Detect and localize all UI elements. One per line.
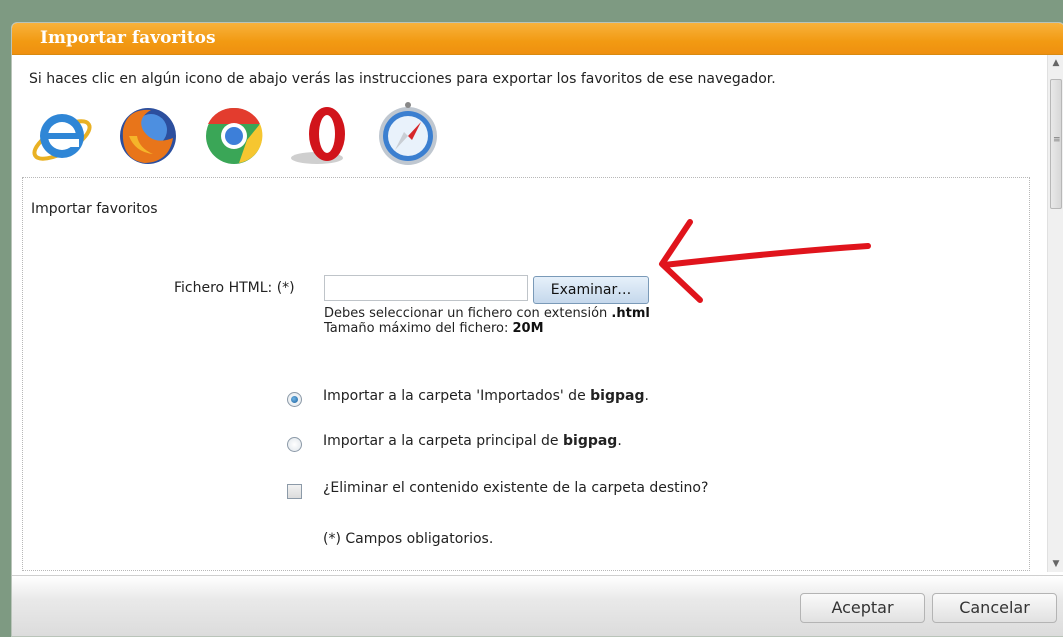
safari-icon[interactable]: [373, 100, 443, 170]
dialog-title: Importar favoritos: [40, 28, 216, 48]
option-bold: bigpag: [563, 433, 618, 449]
intro-text: Si haces clic en algún icono de abajo ve…: [29, 71, 776, 87]
option-label: Importar a la carpeta principal de bigpa…: [323, 433, 622, 449]
hint-size-value: 20M: [512, 321, 544, 336]
hint-extension-text: Debes seleccionar un fichero con extensi…: [324, 306, 612, 321]
option-suffix: .: [617, 433, 622, 449]
option-suffix: .: [644, 388, 649, 404]
delete-existing-label: ¿Eliminar el contenido existente de la c…: [323, 480, 709, 496]
html-file-input[interactable]: [324, 275, 528, 301]
scroll-up-arrow-icon[interactable]: ▲: [1048, 55, 1063, 71]
chrome-icon[interactable]: [199, 100, 269, 170]
cancel-button[interactable]: Cancelar: [932, 593, 1057, 623]
option-bold: bigpag: [590, 388, 645, 404]
opera-icon[interactable]: [287, 100, 357, 170]
file-hint: Debes seleccionar un fichero con extensi…: [324, 306, 650, 336]
html-file-label: Fichero HTML: (*): [174, 280, 295, 296]
scroll-thumb[interactable]: ≡: [1050, 79, 1062, 209]
scroll-down-arrow-icon[interactable]: ▼: [1048, 556, 1063, 572]
browse-button[interactable]: Examinar…: [533, 276, 649, 304]
dialog-titlebar: Importar favoritos: [12, 23, 1063, 55]
radio-import-main[interactable]: [287, 437, 302, 452]
dialog-footer: Aceptar Cancelar: [12, 575, 1063, 636]
firefox-icon[interactable]: [113, 100, 183, 170]
import-fieldset-legend: Importar favoritos: [29, 201, 160, 217]
import-favorites-dialog: Importar favoritos Si haces clic en algú…: [11, 22, 1063, 637]
dialog-content: Si haces clic en algún icono de abajo ve…: [12, 55, 1048, 572]
internet-explorer-icon[interactable]: [27, 100, 97, 170]
hint-extension-value: .html: [611, 306, 650, 321]
vertical-scrollbar[interactable]: ▲ ≡ ▼: [1047, 55, 1063, 572]
hint-size-text: Tamaño máximo del fichero:: [324, 321, 513, 336]
radio-import-imported[interactable]: [287, 392, 302, 407]
scroll-grip-icon: ≡: [1053, 135, 1061, 145]
option-text: Importar a la carpeta principal de: [323, 433, 563, 449]
import-fieldset: [22, 177, 1030, 571]
required-fields-note: (*) Campos obligatorios.: [323, 531, 494, 547]
accept-button[interactable]: Aceptar: [800, 593, 925, 623]
option-text: Importar a la carpeta 'Importados' de: [323, 388, 591, 404]
delete-existing-checkbox[interactable]: [287, 484, 302, 499]
option-label: Importar a la carpeta 'Importados' de bi…: [323, 388, 649, 404]
